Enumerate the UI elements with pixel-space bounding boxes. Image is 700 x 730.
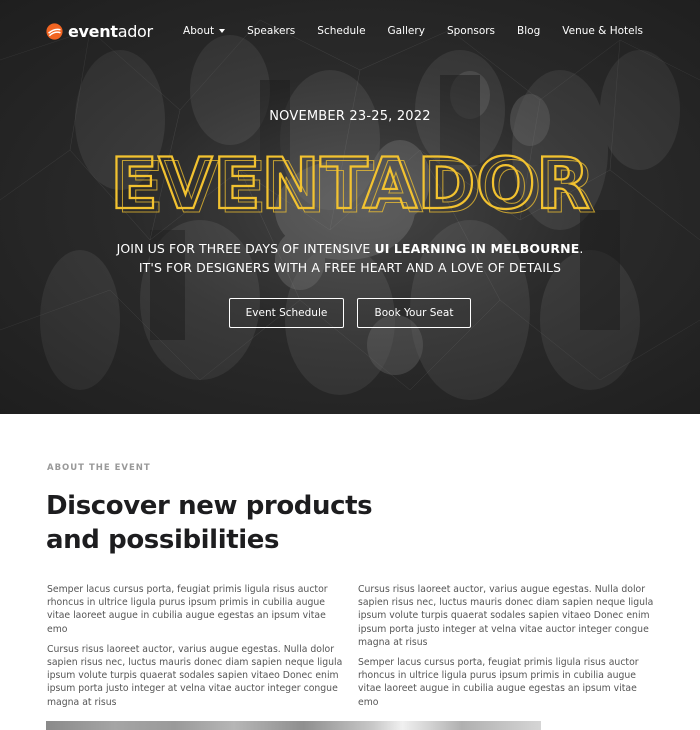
nav-item-label: Schedule: [317, 25, 366, 37]
nav-item-gallery[interactable]: Gallery: [388, 25, 425, 37]
nav-item-venue-hotels[interactable]: Venue & Hotels: [562, 25, 643, 37]
hero-section: eventador About Speakers Schedule Galler…: [0, 0, 700, 414]
caret-down-icon: [219, 29, 226, 33]
hero-tagline-line-1: JOIN US FOR THREE DAYS OF INTENSIVE UI L…: [0, 241, 700, 256]
nav-item-sponsors[interactable]: Sponsors: [447, 25, 495, 37]
tagline-period: .: [579, 241, 584, 256]
nav-item-label: Speakers: [247, 25, 296, 37]
nav-item-label: Blog: [517, 25, 541, 37]
gallery-image-preview: [46, 721, 541, 730]
hero-title-echo: EVENTADOR: [116, 148, 596, 218]
paragraph: Cursus risus laoreet auctor, varius augu…: [47, 643, 343, 708]
section-title: Discover new products and possibilities: [46, 491, 373, 555]
paragraph: Semper lacus cursus porta, feugiat primi…: [358, 657, 639, 708]
nav-item-label: Gallery: [387, 25, 425, 37]
nav-item-speakers[interactable]: Speakers: [247, 25, 295, 37]
about-column-left: Semper lacus cursus porta, feugiat primi…: [47, 583, 345, 716]
paragraph: Cursus risus laoreet auctor, varius augu…: [358, 584, 654, 648]
event-date: NOVEMBER 23-25, 2022: [269, 109, 431, 124]
nav-item-about[interactable]: About: [183, 25, 226, 37]
event-schedule-button[interactable]: Event Schedule: [229, 298, 344, 328]
brand-name: eventador: [68, 22, 153, 41]
nav-item-label: Venue & Hotels: [562, 25, 643, 37]
logo-mark-icon: [46, 23, 63, 40]
hero-title-outline: EVENTADOR EVENTADOR: [109, 148, 597, 218]
nav-menu: About Speakers Schedule Gallery Sponsors…: [183, 25, 643, 37]
nav-item-schedule[interactable]: Schedule: [317, 25, 365, 37]
book-your-seat-button[interactable]: Book Your Seat: [357, 298, 471, 328]
nav-item-blog[interactable]: Blog: [517, 25, 540, 37]
top-navigation: eventador About Speakers Schedule Galler…: [0, 0, 700, 64]
tagline-text: JOIN US FOR THREE DAYS OF INTENSIVE: [116, 241, 375, 256]
paragraph: Semper lacus cursus porta, feugiat primi…: [47, 584, 328, 635]
section-eyebrow: ABOUT THE EVENT: [47, 463, 151, 473]
nav-item-label: About: [183, 25, 215, 37]
brand-logo[interactable]: eventador: [46, 22, 153, 41]
nav-item-label: Sponsors: [446, 25, 496, 37]
hero-tagline-line-2: IT'S FOR DESIGNERS WITH A FREE HEART AND…: [138, 260, 562, 275]
about-column-right: Cursus risus laoreet auctor, varius augu…: [358, 583, 656, 716]
tagline-highlight: UI LEARNING IN MELBOURNE: [374, 241, 580, 256]
